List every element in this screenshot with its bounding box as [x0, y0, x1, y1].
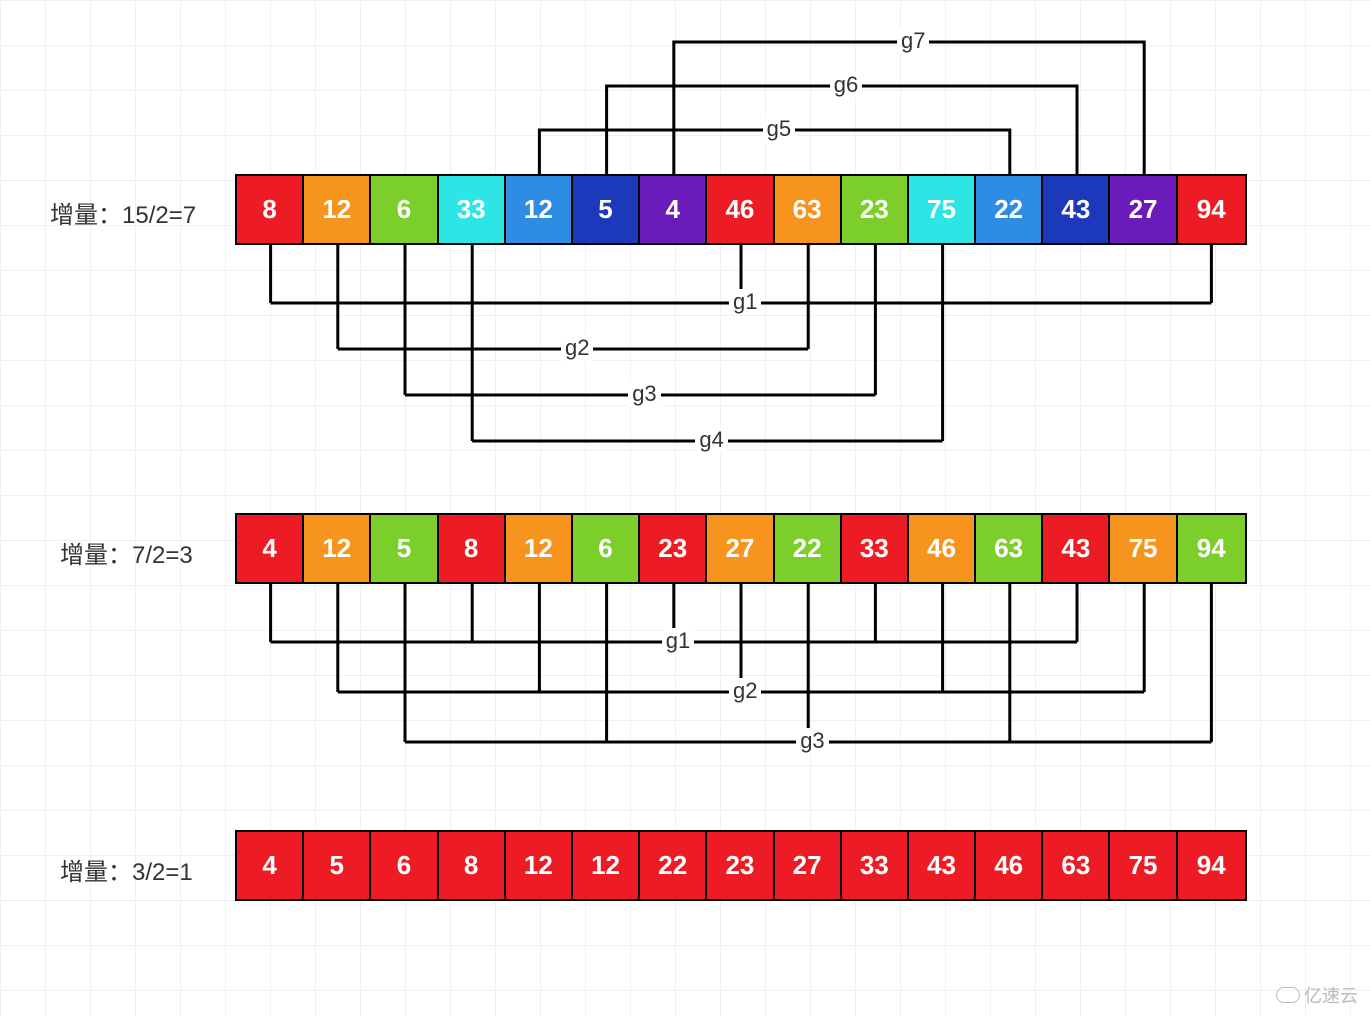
connector-label: g1: [729, 289, 761, 315]
connector-label: g7: [897, 28, 929, 54]
connector-label: g1: [662, 628, 694, 654]
section-label: 增量：7/2=3: [60, 535, 193, 570]
array-cell: 4: [237, 515, 304, 582]
array-cell: 43: [1043, 515, 1110, 582]
array-cell: 75: [909, 176, 976, 243]
connector-label: g2: [729, 678, 761, 704]
array-cell: 23: [640, 515, 707, 582]
connector-label: g6: [830, 72, 862, 98]
array-cell: 4: [237, 832, 304, 899]
connector-label: g5: [763, 116, 795, 142]
array-cell: 5: [304, 832, 371, 899]
array-cell: 12: [506, 832, 573, 899]
array-row: 81263312544663237522432794: [235, 174, 1247, 245]
array-cell: 33: [842, 515, 909, 582]
array-cell: 12: [304, 176, 371, 243]
array-cell: 46: [707, 176, 774, 243]
connector-label: g4: [695, 427, 727, 453]
section-label: 增量：15/2=7: [50, 195, 196, 230]
watermark: 亿速云: [1276, 982, 1358, 1008]
watermark-text: 亿速云: [1304, 982, 1358, 1008]
array-cell: 12: [506, 515, 573, 582]
array-cell: 43: [1043, 176, 1110, 243]
array-cell: 12: [304, 515, 371, 582]
array-cell: 6: [371, 176, 438, 243]
array-cell: 22: [976, 176, 1043, 243]
array-cell: 23: [842, 176, 909, 243]
array-cell: 75: [1110, 515, 1177, 582]
array-cell: 8: [237, 176, 304, 243]
array-cell: 23: [707, 832, 774, 899]
array-cell: 6: [573, 515, 640, 582]
array-cell: 5: [573, 176, 640, 243]
array-cell: 4: [640, 176, 707, 243]
array-cell: 63: [775, 176, 842, 243]
array-row: 45681212222327334346637594: [235, 830, 1247, 901]
array-cell: 46: [909, 515, 976, 582]
array-cell: 12: [506, 176, 573, 243]
array-cell: 27: [775, 832, 842, 899]
array-cell: 63: [1043, 832, 1110, 899]
array-cell: 43: [909, 832, 976, 899]
array-cell: 94: [1178, 832, 1245, 899]
array-cell: 94: [1178, 176, 1245, 243]
array-cell: 22: [775, 515, 842, 582]
connector-label: g3: [628, 381, 660, 407]
array-cell: 6: [371, 832, 438, 899]
array-cell: 8: [439, 515, 506, 582]
array-cell: 22: [640, 832, 707, 899]
array-row: 41258126232722334663437594: [235, 513, 1247, 584]
connector-label: g2: [561, 335, 593, 361]
array-cell: 12: [573, 832, 640, 899]
section-label: 增量：3/2=1: [60, 852, 193, 887]
array-cell: 33: [439, 176, 506, 243]
array-cell: 27: [1110, 176, 1177, 243]
array-cell: 46: [976, 832, 1043, 899]
array-cell: 94: [1178, 515, 1245, 582]
array-cell: 5: [371, 515, 438, 582]
array-cell: 27: [707, 515, 774, 582]
array-cell: 75: [1110, 832, 1177, 899]
array-cell: 33: [842, 832, 909, 899]
array-cell: 8: [439, 832, 506, 899]
connector-label: g3: [796, 728, 828, 754]
watermark-icon: [1276, 987, 1300, 1003]
array-cell: 63: [976, 515, 1043, 582]
